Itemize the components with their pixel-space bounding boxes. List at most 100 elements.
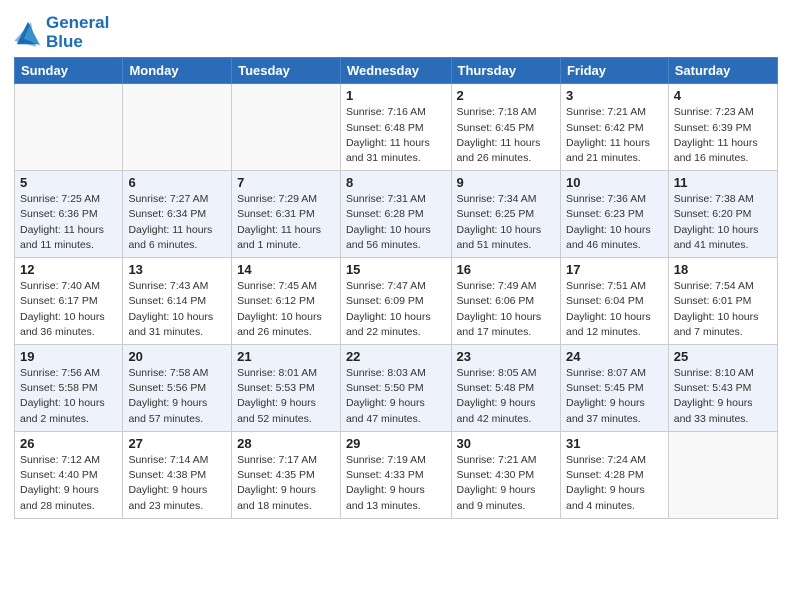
page-header: General Blue <box>14 10 778 51</box>
day-info: Sunrise: 8:10 AM Sunset: 5:43 PM Dayligh… <box>674 366 772 427</box>
day-info: Sunrise: 7:24 AM Sunset: 4:28 PM Dayligh… <box>566 453 663 514</box>
day-number: 16 <box>457 262 555 277</box>
day-number: 13 <box>128 262 226 277</box>
calendar-cell: 2Sunrise: 7:18 AM Sunset: 6:45 PM Daylig… <box>451 84 560 171</box>
day-number: 20 <box>128 349 226 364</box>
day-info: Sunrise: 8:03 AM Sunset: 5:50 PM Dayligh… <box>346 366 446 427</box>
day-number: 4 <box>674 88 772 103</box>
calendar-cell: 22 Sunrise: 8:03 AM Sunset: 5:50 PM Dayli… <box>340 345 451 432</box>
day-number: 30 <box>457 436 555 451</box>
day-number: 9 <box>457 175 555 190</box>
calendar-cell: 8 Sunrise: 7:31 AM Sunset: 6:28 PM Daylig… <box>340 171 451 258</box>
day-info: Sunrise: 7:40 AM Sunset: 6:17 PM Dayligh… <box>20 279 117 340</box>
day-number: 6 <box>128 175 226 190</box>
calendar-cell: 3Sunrise: 7:21 AM Sunset: 6:42 PM Daylig… <box>560 84 668 171</box>
day-number: 14 <box>237 262 335 277</box>
day-info: Sunrise: 7:58 AM Sunset: 5:56 PM Dayligh… <box>128 366 226 427</box>
calendar-cell: 31 Sunrise: 7:24 AM Sunset: 4:28 PM Dayli… <box>560 431 668 518</box>
day-info: Sunrise: 7:25 AM Sunset: 6:36 PM Dayligh… <box>20 192 117 253</box>
day-info: Sunrise: 7:47 AM Sunset: 6:09 PM Dayligh… <box>346 279 446 340</box>
day-info: Sunrise: 7:56 AM Sunset: 5:58 PM Dayligh… <box>20 366 117 427</box>
day-number: 1 <box>346 88 446 103</box>
day-number: 17 <box>566 262 663 277</box>
day-info: Sunrise: 7:36 AM Sunset: 6:23 PM Dayligh… <box>566 192 663 253</box>
calendar-cell: 12 Sunrise: 7:40 AM Sunset: 6:17 PM Dayli… <box>15 258 123 345</box>
day-info: Sunrise: 7:29 AM Sunset: 6:31 PM Dayligh… <box>237 192 335 253</box>
logo-icon <box>14 19 42 47</box>
week-row-3: 12 Sunrise: 7:40 AM Sunset: 6:17 PM Dayli… <box>15 258 778 345</box>
calendar-cell: 14 Sunrise: 7:45 AM Sunset: 6:12 PM Dayli… <box>232 258 341 345</box>
calendar-cell: 15 Sunrise: 7:47 AM Sunset: 6:09 PM Dayli… <box>340 258 451 345</box>
calendar-table: SundayMondayTuesdayWednesdayThursdayFrid… <box>14 57 778 518</box>
day-info: Sunrise: 7:38 AM Sunset: 6:20 PM Dayligh… <box>674 192 772 253</box>
day-info: Sunrise: 7:27 AM Sunset: 6:34 PM Dayligh… <box>128 192 226 253</box>
day-info: Sunrise: 7:19 AM Sunset: 4:33 PM Dayligh… <box>346 453 446 514</box>
day-info: Sunrise: 7:34 AM Sunset: 6:25 PM Dayligh… <box>457 192 555 253</box>
day-number: 5 <box>20 175 117 190</box>
calendar-cell: 30 Sunrise: 7:21 AM Sunset: 4:30 PM Dayli… <box>451 431 560 518</box>
day-info: Sunrise: 7:31 AM Sunset: 6:28 PM Dayligh… <box>346 192 446 253</box>
calendar-cell: 6 Sunrise: 7:27 AM Sunset: 6:34 PM Daylig… <box>123 171 232 258</box>
calendar-cell <box>232 84 341 171</box>
calendar-cell: 9 Sunrise: 7:34 AM Sunset: 6:25 PM Daylig… <box>451 171 560 258</box>
calendar-cell: 27 Sunrise: 7:14 AM Sunset: 4:38 PM Dayli… <box>123 431 232 518</box>
calendar-cell: 24 Sunrise: 8:07 AM Sunset: 5:45 PM Dayli… <box>560 345 668 432</box>
calendar-cell <box>123 84 232 171</box>
day-info: Sunrise: 7:17 AM Sunset: 4:35 PM Dayligh… <box>237 453 335 514</box>
day-info: Sunrise: 7:21 AM Sunset: 4:30 PM Dayligh… <box>457 453 555 514</box>
calendar-cell: 26Sunrise: 7:12 AM Sunset: 4:40 PM Dayli… <box>15 431 123 518</box>
day-info: Sunrise: 7:49 AM Sunset: 6:06 PM Dayligh… <box>457 279 555 340</box>
day-number: 18 <box>674 262 772 277</box>
logo: General Blue <box>14 14 109 51</box>
day-info: Sunrise: 8:05 AM Sunset: 5:48 PM Dayligh… <box>457 366 555 427</box>
day-info: Sunrise: 7:14 AM Sunset: 4:38 PM Dayligh… <box>128 453 226 514</box>
day-info: Sunrise: 8:07 AM Sunset: 5:45 PM Dayligh… <box>566 366 663 427</box>
day-number: 24 <box>566 349 663 364</box>
day-info: Sunrise: 7:51 AM Sunset: 6:04 PM Dayligh… <box>566 279 663 340</box>
day-number: 22 <box>346 349 446 364</box>
day-number: 29 <box>346 436 446 451</box>
day-number: 27 <box>128 436 226 451</box>
calendar-cell: 5 Sunrise: 7:25 AM Sunset: 6:36 PM Daylig… <box>15 171 123 258</box>
day-info: Sunrise: 7:16 AM Sunset: 6:48 PM Dayligh… <box>346 105 446 166</box>
week-row-4: 19 Sunrise: 7:56 AM Sunset: 5:58 PM Dayli… <box>15 345 778 432</box>
weekday-header-row: SundayMondayTuesdayWednesdayThursdayFrid… <box>15 58 778 84</box>
weekday-header-sunday: Sunday <box>15 58 123 84</box>
day-info: Sunrise: 7:21 AM Sunset: 6:42 PM Dayligh… <box>566 105 663 166</box>
weekday-header-monday: Monday <box>123 58 232 84</box>
weekday-header-friday: Friday <box>560 58 668 84</box>
calendar-cell <box>15 84 123 171</box>
day-number: 12 <box>20 262 117 277</box>
calendar-cell: 28Sunrise: 7:17 AM Sunset: 4:35 PM Dayli… <box>232 431 341 518</box>
calendar-cell: 16 Sunrise: 7:49 AM Sunset: 6:06 PM Dayli… <box>451 258 560 345</box>
calendar-cell: 19 Sunrise: 7:56 AM Sunset: 5:58 PM Dayli… <box>15 345 123 432</box>
week-row-2: 5 Sunrise: 7:25 AM Sunset: 6:36 PM Daylig… <box>15 171 778 258</box>
day-number: 11 <box>674 175 772 190</box>
calendar-cell: 29 Sunrise: 7:19 AM Sunset: 4:33 PM Dayli… <box>340 431 451 518</box>
day-number: 23 <box>457 349 555 364</box>
calendar-cell: 4 Sunrise: 7:23 AM Sunset: 6:39 PM Daylig… <box>668 84 777 171</box>
calendar-cell: 11 Sunrise: 7:38 AM Sunset: 6:20 PM Dayli… <box>668 171 777 258</box>
day-number: 10 <box>566 175 663 190</box>
logo-text: General Blue <box>46 14 109 51</box>
weekday-header-wednesday: Wednesday <box>340 58 451 84</box>
day-number: 19 <box>20 349 117 364</box>
calendar-cell: 23 Sunrise: 8:05 AM Sunset: 5:48 PM Dayli… <box>451 345 560 432</box>
day-number: 8 <box>346 175 446 190</box>
day-info: Sunrise: 7:18 AM Sunset: 6:45 PM Dayligh… <box>457 105 555 166</box>
weekday-header-tuesday: Tuesday <box>232 58 341 84</box>
week-row-1: 1 Sunrise: 7:16 AM Sunset: 6:48 PM Daylig… <box>15 84 778 171</box>
day-info: Sunrise: 7:23 AM Sunset: 6:39 PM Dayligh… <box>674 105 772 166</box>
day-info: Sunrise: 7:43 AM Sunset: 6:14 PM Dayligh… <box>128 279 226 340</box>
calendar-cell: 7 Sunrise: 7:29 AM Sunset: 6:31 PM Daylig… <box>232 171 341 258</box>
day-info: Sunrise: 7:12 AM Sunset: 4:40 PM Dayligh… <box>20 453 117 514</box>
day-number: 15 <box>346 262 446 277</box>
day-number: 31 <box>566 436 663 451</box>
day-number: 21 <box>237 349 335 364</box>
calendar-cell: 17 Sunrise: 7:51 AM Sunset: 6:04 PM Dayli… <box>560 258 668 345</box>
calendar-page: General Blue SundayMondayTuesdayWednesda… <box>0 0 792 533</box>
calendar-cell: 25Sunrise: 8:10 AM Sunset: 5:43 PM Dayli… <box>668 345 777 432</box>
week-row-5: 26Sunrise: 7:12 AM Sunset: 4:40 PM Dayli… <box>15 431 778 518</box>
day-info: Sunrise: 7:45 AM Sunset: 6:12 PM Dayligh… <box>237 279 335 340</box>
day-number: 7 <box>237 175 335 190</box>
